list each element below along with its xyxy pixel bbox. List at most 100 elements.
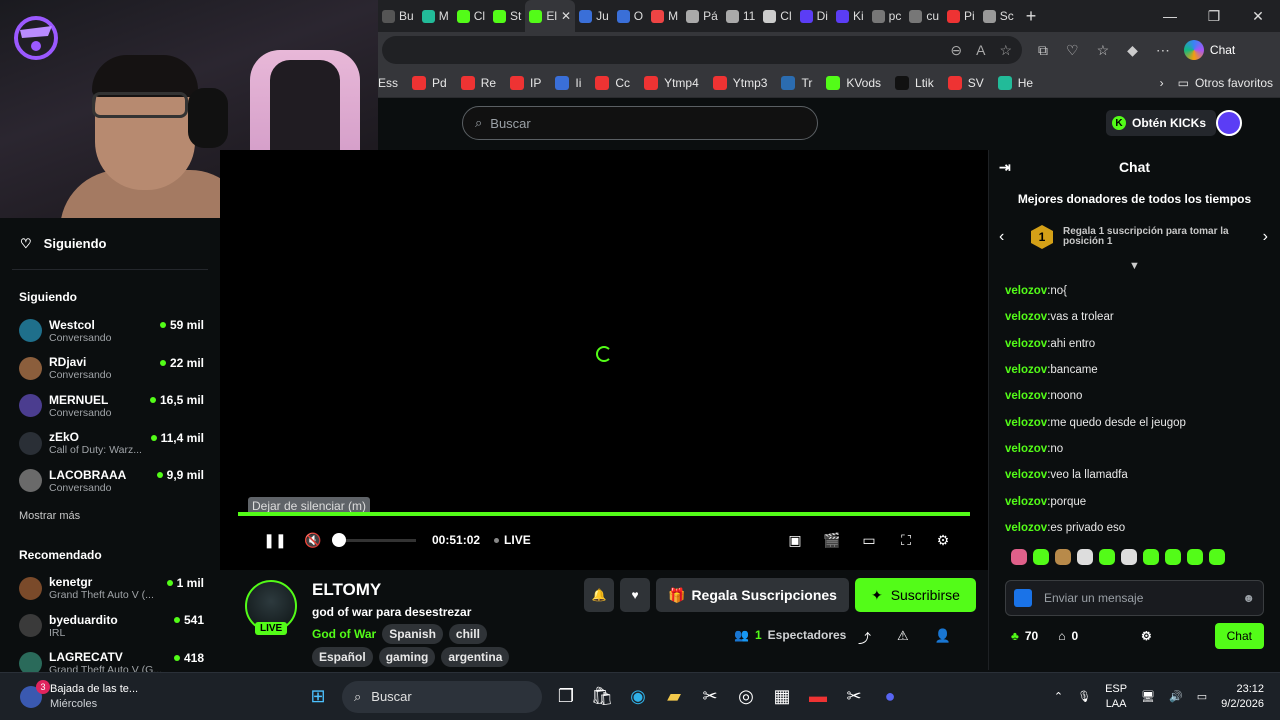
share-icon[interactable]: ⤴ xyxy=(858,628,871,647)
extensions-icon[interactable]: ⧉ xyxy=(1038,42,1048,59)
bookmark-item[interactable]: Pd xyxy=(405,75,454,90)
show-more-link[interactable]: Mostrar más xyxy=(12,500,208,534)
stream-tag[interactable]: Spanish xyxy=(382,624,443,644)
browser-tab[interactable]: pc xyxy=(868,0,906,32)
app-icon[interactable]: ▦ xyxy=(764,679,800,715)
bookmark-item[interactable]: Re xyxy=(454,75,503,90)
browser-tab[interactable]: Ki xyxy=(832,0,868,32)
emote-icon[interactable] xyxy=(1165,549,1181,565)
chevron-right-icon[interactable]: › xyxy=(1263,228,1268,246)
channel-item[interactable]: zEkO Call of Duty: Warz... 11,4 mil xyxy=(12,425,208,463)
battery-icon[interactable]: ▭ xyxy=(1197,690,1207,703)
chat-username[interactable]: velozov xyxy=(1005,311,1047,323)
task-view-icon[interactable]: ❐ xyxy=(548,679,584,715)
channel-item[interactable]: kenetgr Grand Theft Auto V (... 1 mil xyxy=(12,570,208,608)
emoji-icon[interactable]: ☻ xyxy=(1242,591,1255,605)
clock[interactable]: 23:12 9/2/2026 xyxy=(1221,682,1264,711)
settings-gear-icon[interactable]: ⚙ xyxy=(932,529,954,551)
emote-icon[interactable] xyxy=(1121,549,1137,565)
chat-username[interactable]: velozov xyxy=(1005,469,1047,481)
emote-icon[interactable] xyxy=(1055,549,1071,565)
stream-tag[interactable]: Español xyxy=(312,647,373,667)
other-favorites[interactable]: ▭ Otros favoritos xyxy=(1171,76,1280,90)
volume-slider[interactable] xyxy=(332,532,416,547)
volume-icon[interactable]: 🔊 xyxy=(1169,690,1183,703)
bookmark-item[interactable]: Ytmp4 xyxy=(637,75,706,90)
pinned-message-icon[interactable]: ▼ xyxy=(989,260,1280,274)
chat-username[interactable]: velozov xyxy=(1005,522,1047,534)
more-icon[interactable]: ⋯ xyxy=(1156,42,1170,59)
volume-knob[interactable] xyxy=(332,532,346,547)
streamer-name[interactable]: ELTOMY xyxy=(312,580,381,600)
emote-icon[interactable] xyxy=(1033,549,1049,565)
tab-close-icon[interactable]: ✕ xyxy=(561,9,571,23)
subscribe-button[interactable]: ✦ Suscribirse xyxy=(854,578,976,612)
capcut-icon-2[interactable]: ✂ xyxy=(836,679,872,715)
windows-start-icon[interactable]: ⊞ xyxy=(300,679,336,715)
favorite-star-icon[interactable]: ☆ xyxy=(999,42,1012,59)
browser-tab[interactable]: Cl xyxy=(759,0,795,32)
live-indicator[interactable]: LIVE xyxy=(494,533,531,547)
get-kicks-button[interactable]: K Obtén KICKs xyxy=(1106,110,1217,136)
theater-mode-icon[interactable]: ▭ xyxy=(858,529,880,551)
taskbar-search[interactable]: ⌕ Buscar xyxy=(342,680,542,713)
emote-icon[interactable] xyxy=(1099,549,1115,565)
url-field[interactable]: ⊖ A ☆ xyxy=(382,36,1022,64)
site-search-input[interactable]: ⌕ Buscar xyxy=(462,106,818,140)
read-aloud-icon[interactable]: A xyxy=(976,42,985,58)
chat-username[interactable]: velozov xyxy=(1005,364,1047,376)
fullscreen-icon[interactable]: ⛶ xyxy=(895,529,917,551)
stream-tag[interactable]: argentina xyxy=(441,647,510,667)
store-app-icon[interactable]: 🛍 xyxy=(584,679,620,715)
chat-settings-gear-icon[interactable]: ⚙ xyxy=(1141,629,1152,643)
channel-item[interactable]: LACOBRAAA Conversando 9,9 mil xyxy=(12,462,208,500)
zoom-icon[interactable]: ⊖ xyxy=(950,42,962,59)
browser-tab[interactable]: Pi xyxy=(943,0,979,32)
favorites-icon[interactable]: ☆ xyxy=(1097,42,1110,59)
chat-username[interactable]: velozov xyxy=(1005,338,1047,350)
report-warning-icon[interactable]: ⚠ xyxy=(897,628,909,647)
emote-icon[interactable] xyxy=(1187,549,1203,565)
channel-item[interactable]: MERNUEL Conversando 16,5 mil xyxy=(12,387,208,425)
voicemeeter-icon[interactable]: ▬ xyxy=(800,679,836,715)
bookmark-item[interactable]: Ii xyxy=(548,75,588,90)
emote-icon[interactable] xyxy=(1143,549,1159,565)
file-explorer-icon[interactable]: ▰ xyxy=(656,679,692,715)
language-indicator[interactable]: ESP LAA xyxy=(1105,682,1127,711)
chat-input[interactable]: Enviar un mensaje ☻ xyxy=(1005,580,1264,616)
channel-item[interactable]: byeduardito IRL 541 xyxy=(12,607,208,645)
emote-icon[interactable] xyxy=(1209,549,1225,565)
browser-tab[interactable]: Bu xyxy=(378,0,418,32)
browser-tab[interactable]: Ju xyxy=(575,0,613,32)
chat-username[interactable]: velozov xyxy=(1005,443,1047,455)
microphone-icon[interactable]: 🎙 xyxy=(1077,690,1091,703)
tray-expand-icon[interactable]: ⌃ xyxy=(1054,690,1063,703)
follow-heart-icon[interactable]: ♥ xyxy=(620,578,650,612)
extension-icon[interactable]: ◆ xyxy=(1127,42,1138,59)
progress-bar[interactable] xyxy=(238,512,970,516)
browser-tab[interactable]: Cl xyxy=(453,0,489,32)
bookmark-item[interactable]: Ess xyxy=(378,76,405,90)
channel-item[interactable]: Westcol Conversando 59 mil xyxy=(12,312,208,350)
browser-tab[interactable]: Di xyxy=(796,0,832,32)
bookmark-item[interactable]: KVods xyxy=(819,75,888,90)
emote-icon[interactable] xyxy=(1011,549,1027,565)
notifications-bell-icon[interactable]: 🔔 xyxy=(584,578,614,612)
send-chat-button[interactable]: Chat xyxy=(1214,623,1264,649)
clip-icon[interactable]: 🎬 xyxy=(821,529,843,551)
browser-tab[interactable]: Sc xyxy=(979,0,1018,32)
miniplayer-icon[interactable]: ▣ xyxy=(784,529,806,551)
discord-icon[interactable]: ● xyxy=(872,679,908,715)
minimize-icon[interactable]: — xyxy=(1148,0,1192,32)
user-avatar[interactable] xyxy=(1216,110,1242,136)
maximize-icon[interactable]: ❐ xyxy=(1192,0,1236,32)
sidebar-following-nav[interactable]: ♡ Siguiendo xyxy=(12,218,208,270)
chat-username[interactable]: velozov xyxy=(1005,390,1047,402)
performance-icon[interactable]: ♡ xyxy=(1066,42,1079,59)
collapse-chat-icon[interactable]: ⇥ xyxy=(999,159,1011,176)
browser-tab[interactable]: 11 xyxy=(722,0,759,32)
emote-icon[interactable] xyxy=(1077,549,1093,565)
chevron-left-icon[interactable]: ‹ xyxy=(999,228,1004,246)
bookmark-item[interactable]: Ltik xyxy=(888,75,941,90)
edge-browser-icon[interactable]: ◉ xyxy=(620,679,656,715)
